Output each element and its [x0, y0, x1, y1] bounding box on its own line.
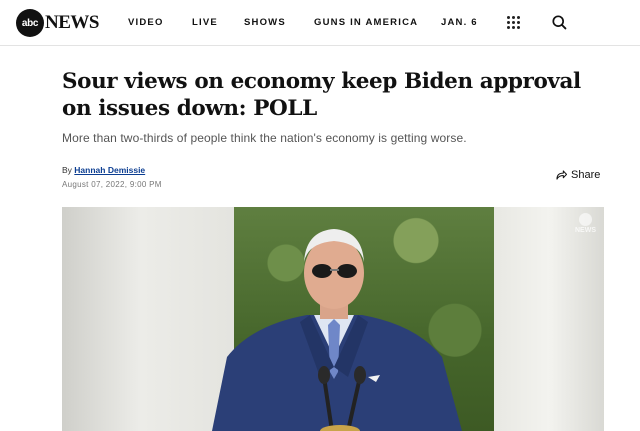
share-arrow-icon [556, 170, 567, 180]
article-headline: Sour views on economy keep Biden approva… [62, 69, 581, 121]
publish-date: August 07, 2022, 9:00 PM [62, 180, 162, 189]
byline: By Hannah Demissie [62, 165, 145, 175]
top-navigation: abc NEWS VIDEO LIVE SHOWS GUNS IN AMERIC… [0, 0, 640, 46]
abc-logo-mark: abc [16, 9, 44, 37]
abc-news-logo[interactable]: abc NEWS [16, 9, 99, 37]
article-subhead: More than two-thirds of people think the… [62, 131, 467, 145]
nav-item-shows[interactable]: SHOWS [244, 17, 286, 28]
author-link[interactable]: Hannah Demissie [74, 165, 145, 175]
nav-item-video[interactable]: VIDEO [128, 17, 164, 28]
grid-menu-icon[interactable] [507, 16, 520, 29]
byline-prefix: By [62, 165, 72, 175]
logo-wordmark: NEWS [45, 12, 99, 33]
nav-item-jan-6[interactable]: JAN. 6 [441, 17, 478, 28]
abc-news-watermark: NEWS [575, 213, 596, 235]
share-label: Share [571, 169, 601, 181]
share-button[interactable]: Share [556, 169, 600, 181]
search-icon[interactable] [551, 14, 568, 31]
article-hero-video[interactable]: NEWS [62, 207, 604, 431]
nav-item-guns-in-america[interactable]: GUNS IN AMERICA [314, 17, 418, 28]
nav-item-live[interactable]: LIVE [192, 17, 218, 28]
speaker-figure [212, 229, 462, 431]
